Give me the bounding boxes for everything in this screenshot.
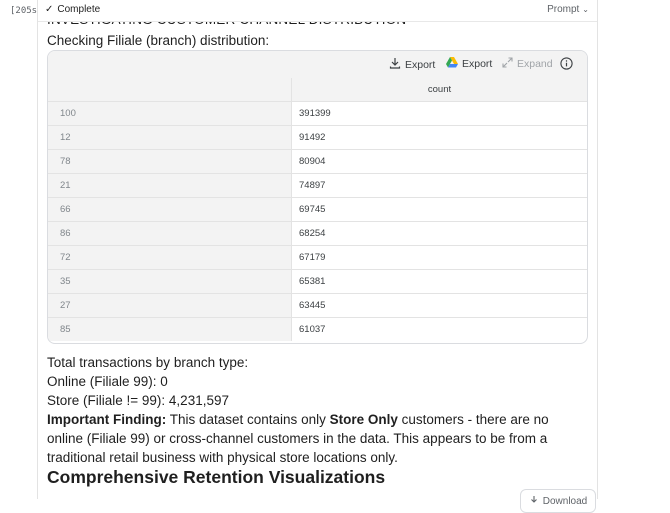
row-index: 86	[48, 221, 292, 246]
dataframe-toolbar: Export Export Expand	[48, 51, 587, 79]
row-index: 85	[48, 317, 292, 341]
row-count: 63445	[291, 293, 587, 318]
row-index: 35	[48, 269, 292, 294]
row-index: 66	[48, 197, 292, 222]
info-button[interactable]	[560, 57, 573, 73]
chevron-down-icon: ⌄	[582, 5, 589, 14]
expand-button[interactable]: Expand	[502, 57, 553, 71]
finding-label: Important Finding:	[47, 412, 167, 427]
table-row: 85 61037	[48, 317, 587, 341]
info-icon	[560, 57, 573, 73]
table-row: 72 67179	[48, 245, 587, 270]
finding-text: This dataset contains only	[166, 412, 330, 427]
table-row: 78 80904	[48, 149, 587, 174]
check-icon: ✓	[45, 4, 54, 15]
cell-status-bar: ✓ Complete Prompt ⌄	[38, 0, 597, 22]
dataframe-card: Export Export Expand count 100 391399 12…	[47, 50, 588, 344]
row-count: 80904	[291, 149, 587, 174]
table-row: 100 391399	[48, 101, 587, 126]
finding-paragraph: Important Finding: This dataset contains…	[47, 410, 587, 467]
export-sheets-label: Export	[462, 58, 493, 70]
row-index: 78	[48, 149, 292, 174]
table-row: 21 74897	[48, 173, 587, 198]
dataframe-table: count 100 391399 12 91492 78 80904 21 74897 …	[48, 78, 587, 341]
export-button[interactable]: Export	[389, 57, 435, 72]
table-row: 66 69745	[48, 197, 587, 222]
notebook-cell: INVESTIGATING CUSTOMER CHANNEL DISTRIBUT…	[37, 0, 598, 513]
expand-icon	[502, 57, 513, 71]
row-index: 12	[48, 125, 292, 150]
download-button[interactable]: Download	[520, 489, 596, 513]
row-count: 65381	[291, 269, 587, 294]
status-indicator: ✓ Complete	[45, 4, 100, 15]
export-to-sheets-button[interactable]: Export	[446, 57, 492, 71]
row-index: 21	[48, 173, 292, 198]
table-row: 86 68254	[48, 221, 587, 246]
row-count: 69745	[291, 197, 587, 222]
column-header-count: count	[291, 78, 587, 102]
row-count: 68254	[291, 221, 587, 246]
summary-line: Store (Filiale != 99): 4,231,597	[47, 393, 229, 408]
google-drive-icon	[446, 57, 458, 71]
row-count: 67179	[291, 245, 587, 270]
output-subtitle: Checking Filiale (branch) distribution:	[47, 33, 270, 48]
table-row: 12 91492	[48, 125, 587, 150]
prompt-label: Prompt	[547, 4, 580, 15]
download-label: Download	[542, 495, 588, 507]
section-heading: Comprehensive Retention Visualizations	[47, 467, 386, 487]
table-row: 27 63445	[48, 293, 587, 318]
download-icon	[529, 495, 539, 508]
export-label: Export	[405, 58, 436, 71]
index-header	[48, 78, 292, 102]
row-count: 91492	[291, 125, 587, 150]
row-count: 74897	[291, 173, 587, 198]
summary-line: Online (Filiale 99): 0	[47, 374, 168, 389]
table-header-row: count	[48, 78, 587, 102]
summary-text: Total transactions by branch type: Onlin…	[47, 353, 587, 467]
row-count: 61037	[299, 324, 326, 335]
table-row: 35 65381	[48, 269, 587, 294]
download-icon	[389, 57, 401, 72]
row-index: 27	[48, 293, 292, 318]
status-label: Complete	[57, 4, 101, 15]
prompt-dropdown[interactable]: Prompt ⌄	[547, 4, 589, 15]
summary-line: Total transactions by branch type:	[47, 355, 249, 370]
row-count: 391399	[291, 101, 587, 126]
finding-bold: Store Only	[329, 412, 398, 427]
expand-label: Expand	[517, 58, 553, 70]
row-index: 72	[48, 245, 292, 270]
row-index: 100	[48, 101, 292, 126]
